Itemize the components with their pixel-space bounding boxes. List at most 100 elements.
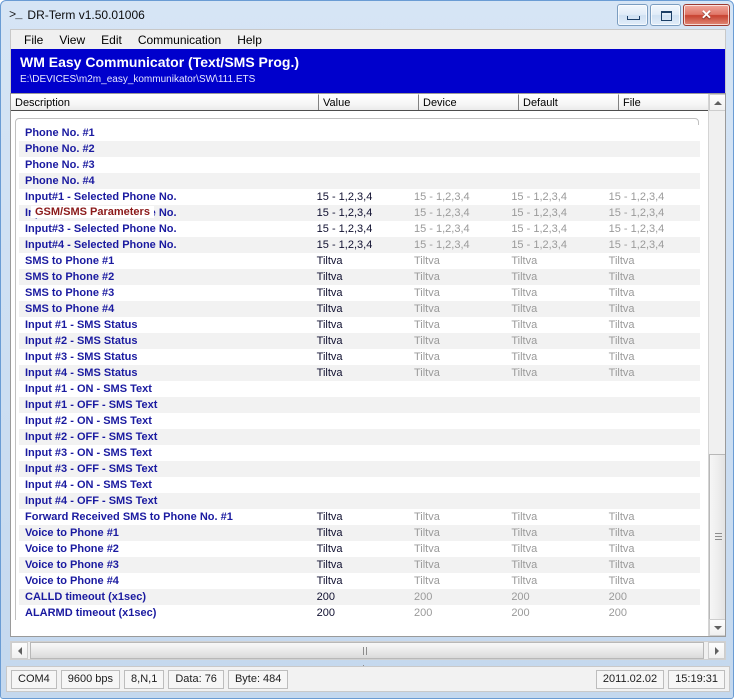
cell-value[interactable]: Tiltva bbox=[311, 367, 408, 379]
cell-device: 200 bbox=[413, 591, 433, 603]
cell-device: Tiltva bbox=[413, 543, 440, 555]
table-row[interactable]: Input#3 - Selected Phone No. 15 - 1,2,3,4… bbox=[19, 221, 700, 237]
cell-value[interactable]: Tiltva bbox=[311, 335, 408, 347]
cell-value[interactable]: Tiltva bbox=[311, 319, 408, 331]
cell-file: Tiltva bbox=[608, 543, 635, 555]
table-row[interactable]: Voice to Phone #2 Tiltva Tiltva Tiltva Tiltv… bbox=[19, 541, 700, 557]
menu-item-view[interactable]: View bbox=[51, 31, 93, 49]
cell-device: 15 - 1,2,3,4 bbox=[413, 207, 470, 219]
cell-value[interactable]: 15 - 1,2,3,4 bbox=[311, 207, 408, 219]
table-row[interactable]: Input #1 - OFF - SMS Text bbox=[19, 397, 700, 413]
vertical-scrollbar[interactable] bbox=[708, 94, 725, 636]
horizontal-scrollbar[interactable] bbox=[10, 641, 726, 673]
table-row[interactable]: Input#4 - Selected Phone No. 15 - 1,2,3,4… bbox=[19, 237, 700, 253]
table-row[interactable]: Phone No. #4 bbox=[19, 173, 700, 189]
cell-description: Input #4 - OFF - SMS Text bbox=[25, 495, 158, 507]
column-header-device[interactable]: Device bbox=[419, 94, 519, 110]
table-row[interactable]: SMS to Phone #4 Tiltva Tiltva Tiltva Tiltva bbox=[19, 301, 700, 317]
horizontal-scroll-thumb[interactable] bbox=[30, 642, 704, 673]
application-window: >_ DR-Term v1.50.01006 ✕ File View Edit … bbox=[0, 0, 734, 699]
table-row[interactable]: Input #2 - ON - SMS Text bbox=[19, 413, 700, 429]
cell-value[interactable]: Tiltva bbox=[311, 527, 408, 539]
menu-item-edit[interactable]: Edit bbox=[93, 31, 130, 49]
cell-description: Input #4 - SMS Status bbox=[25, 367, 138, 379]
table-row[interactable]: Input #4 - ON - SMS Text bbox=[19, 477, 700, 493]
cell-description: Input #3 - OFF - SMS Text bbox=[25, 463, 158, 475]
cell-value[interactable]: 15 - 1,2,3,4 bbox=[311, 239, 408, 251]
cell-value[interactable]: Tiltva bbox=[311, 271, 408, 283]
table-row[interactable]: CALLD timeout (x1sec) 200 200 200 200 bbox=[19, 589, 700, 605]
table-row[interactable]: Input #2 - SMS Status Tiltva Tiltva Tiltva T… bbox=[19, 333, 700, 349]
table-row[interactable]: SMS to Phone #1 Tiltva Tiltva Tiltva Tiltva bbox=[19, 253, 700, 269]
menu-item-communication[interactable]: Communication bbox=[130, 31, 229, 49]
menu-item-help[interactable]: Help bbox=[229, 31, 270, 49]
table-row[interactable]: Phone No. #3 bbox=[19, 157, 700, 173]
minimize-button[interactable] bbox=[617, 4, 648, 26]
cell-value[interactable]: Tiltva bbox=[311, 303, 408, 315]
cell-device: Tiltva bbox=[413, 255, 440, 267]
scroll-up-button[interactable] bbox=[709, 94, 725, 111]
column-header-default[interactable]: Default bbox=[519, 94, 619, 110]
table-row[interactable]: ALARMD timeout (x1sec) 200 200 200 200 bbox=[19, 605, 700, 620]
cell-value[interactable]: 15 - 1,2,3,4 bbox=[311, 223, 408, 235]
cell-device: Tiltva bbox=[413, 367, 440, 379]
scroll-left-button[interactable] bbox=[11, 642, 28, 659]
table-row[interactable]: Input #2 - OFF - SMS Text bbox=[19, 429, 700, 445]
table-row[interactable]: Input #3 - ON - SMS Text bbox=[19, 445, 700, 461]
table-row[interactable]: Phone No. #1 bbox=[19, 125, 700, 141]
table-row[interactable]: Voice to Phone #3 Tiltva Tiltva Tiltva Tiltv… bbox=[19, 557, 700, 573]
cell-description: Input #1 - OFF - SMS Text bbox=[25, 399, 158, 411]
maximize-button[interactable] bbox=[650, 4, 681, 26]
table-row[interactable]: SMS to Phone #3 Tiltva Tiltva Tiltva Tiltva bbox=[19, 285, 700, 301]
cell-file: Tiltva bbox=[608, 575, 635, 587]
table-row[interactable]: Phone No. #2 bbox=[19, 141, 700, 157]
cell-default: Tiltva bbox=[511, 511, 538, 523]
table-row[interactable]: Input #3 - OFF - SMS Text bbox=[19, 461, 700, 477]
cell-device: Tiltva bbox=[413, 511, 440, 523]
table-row[interactable]: Voice to Phone #4 Tiltva Tiltva Tiltva Tiltv… bbox=[19, 573, 700, 589]
cell-default: Tiltva bbox=[511, 543, 538, 555]
close-button[interactable]: ✕ bbox=[683, 4, 730, 26]
cell-default: Tiltva bbox=[511, 575, 538, 587]
cell-default: Tiltva bbox=[511, 303, 538, 315]
cell-default: 15 - 1,2,3,4 bbox=[511, 239, 567, 251]
cell-device: 15 - 1,2,3,4 bbox=[413, 191, 470, 203]
cell-description: Input #2 - ON - SMS Text bbox=[25, 415, 152, 427]
scroll-right-button[interactable] bbox=[708, 642, 725, 659]
cell-description: Input#4 - Selected Phone No. bbox=[25, 239, 177, 251]
vertical-scroll-thumb[interactable] bbox=[709, 454, 725, 620]
table-row[interactable]: Input #3 - SMS Status Tiltva Tiltva Tiltva T… bbox=[19, 349, 700, 365]
document-path: E:\DEVICES\m2m_easy_kommunikator\SW\111.… bbox=[20, 74, 256, 85]
table-row[interactable]: Input #4 - SMS Status Tiltva Tiltva Tiltva T… bbox=[19, 365, 700, 381]
cell-value[interactable]: Tiltva bbox=[311, 543, 408, 555]
table-row[interactable]: Input #1 - ON - SMS Text bbox=[19, 381, 700, 397]
cell-value[interactable]: 200 bbox=[311, 591, 408, 603]
cell-value[interactable]: 200 bbox=[311, 607, 408, 619]
cell-value[interactable]: Tiltva bbox=[311, 575, 408, 587]
column-header-description[interactable]: Description bbox=[11, 94, 319, 110]
cell-file: 15 - 1,2,3,4 bbox=[608, 191, 665, 203]
table-row[interactable]: SMS to Phone #2 Tiltva Tiltva Tiltva Tiltva bbox=[19, 269, 700, 285]
cell-value[interactable]: 15 - 1,2,3,4 bbox=[311, 191, 408, 203]
cell-file: Tiltva bbox=[608, 335, 635, 347]
cell-value[interactable]: Tiltva bbox=[311, 559, 408, 571]
cell-value[interactable]: Tiltva bbox=[311, 255, 408, 267]
cell-file: Tiltva bbox=[608, 559, 635, 571]
status-time: 15:19:31 bbox=[668, 669, 725, 689]
cell-description: Voice to Phone #4 bbox=[25, 575, 119, 587]
window-title: DR-Term v1.50.01006 bbox=[27, 7, 145, 22]
table-row[interactable]: Voice to Phone #1 Tiltva Tiltva Tiltva Tiltv… bbox=[19, 525, 700, 541]
parameter-grid: Description Value Device Default File Ph… bbox=[10, 93, 726, 637]
table-row[interactable]: Forward Received SMS to Phone No. #1 Tilt… bbox=[19, 509, 700, 525]
cell-value[interactable]: Tiltva bbox=[311, 351, 408, 363]
table-row[interactable]: Input#1 - Selected Phone No. 15 - 1,2,3,4… bbox=[19, 189, 700, 205]
cell-value[interactable]: Tiltva bbox=[311, 287, 408, 299]
cell-value[interactable]: Tiltva bbox=[311, 511, 408, 523]
cell-device: Tiltva bbox=[413, 287, 440, 299]
cell-device: Tiltva bbox=[413, 351, 440, 363]
menu-item-file[interactable]: File bbox=[16, 31, 51, 49]
column-header-value[interactable]: Value bbox=[319, 94, 419, 110]
table-row[interactable]: Input #4 - OFF - SMS Text bbox=[19, 493, 700, 509]
scroll-down-button[interactable] bbox=[709, 619, 725, 636]
table-row[interactable]: Input #1 - SMS Status Tiltva Tiltva Tiltva T… bbox=[19, 317, 700, 333]
